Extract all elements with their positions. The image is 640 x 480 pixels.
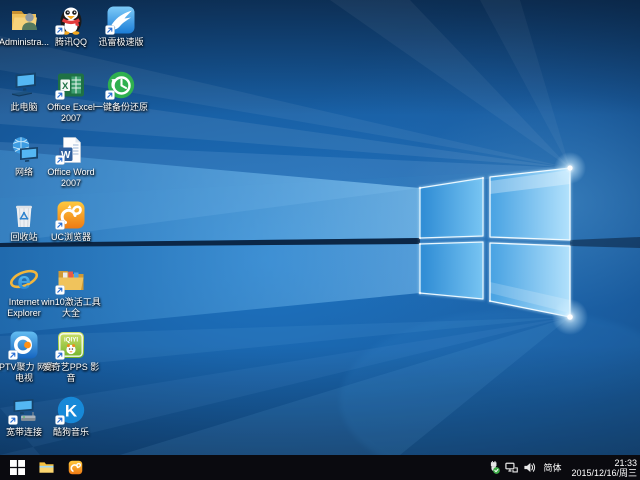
xunlei-bird-icon xyxy=(105,4,137,36)
svg-text:K: K xyxy=(65,402,78,421)
iqiyi-icon: iQIYI xyxy=(55,329,87,361)
windows-logo-icon xyxy=(10,460,25,475)
shortcut-arrow-icon xyxy=(105,90,115,100)
safely-remove-hardware-icon[interactable] xyxy=(485,455,501,480)
uc-squirrel-icon xyxy=(55,199,87,231)
word-icon: W xyxy=(55,134,87,166)
system-tray: 简体 21:33 2015/12/16/周三 xyxy=(485,455,640,480)
desktop-icon-label: 一键备份还原 xyxy=(89,102,153,113)
backup-restore-clock-icon xyxy=(105,69,137,101)
pptv-icon xyxy=(8,329,40,361)
desktop-icon-iqiyi-pps[interactable]: iQIYI 爱奇艺PPS 影音 xyxy=(39,329,103,383)
desktop-icon-win10-activation-tools[interactable]: win10激活工具大全 xyxy=(39,264,103,318)
clock-time: 21:33 xyxy=(571,458,637,468)
svg-text:e: e xyxy=(17,268,30,295)
file-explorer-button[interactable] xyxy=(32,455,61,480)
desktop-icon-label: UC浏览器 xyxy=(39,232,103,243)
folder-icon xyxy=(39,460,54,475)
shortcut-arrow-icon xyxy=(105,25,115,35)
start-button[interactable] xyxy=(3,455,32,480)
shortcut-arrow-icon xyxy=(55,350,65,360)
desktop-icon-label: 爱奇艺PPS 影音 xyxy=(39,362,103,383)
kugou-icon: K xyxy=(55,394,87,426)
broadband-modem-icon xyxy=(8,394,40,426)
shortcut-arrow-icon xyxy=(55,90,65,100)
internet-explorer-icon: e xyxy=(8,264,40,296)
network-globe-icon xyxy=(8,134,40,166)
qq-penguin-icon xyxy=(55,4,87,36)
taskbar[interactable]: 简体 21:33 2015/12/16/周三 xyxy=(0,455,640,480)
shortcut-arrow-icon xyxy=(8,350,18,360)
uc-squirrel-icon xyxy=(68,460,83,475)
shortcut-arrow-icon xyxy=(55,155,65,165)
user-folder-icon xyxy=(8,4,40,36)
shortcut-arrow-icon xyxy=(55,285,65,295)
desktop-icon-kugou-music[interactable]: K 酷狗音乐 xyxy=(39,394,103,438)
ime-indicator[interactable]: 简体 xyxy=(539,461,565,474)
shortcut-arrow-icon xyxy=(55,25,65,35)
computer-icon xyxy=(8,69,40,101)
desktop-icon-label: win10激活工具大全 xyxy=(39,297,103,318)
desktop-icon-office-word-2007[interactable]: W Office Word 2007 xyxy=(39,134,103,188)
clock-date: 2015/12/16/周三 xyxy=(571,468,637,478)
desktop-icon-label: 迅雷极速版 xyxy=(89,37,153,48)
excel-icon: X xyxy=(55,69,87,101)
desktop-icon-xunlei-speed[interactable]: 迅雷极速版 xyxy=(89,4,153,48)
volume-icon[interactable] xyxy=(521,455,537,480)
shortcut-arrow-icon xyxy=(8,415,18,425)
svg-text:iQIYI: iQIYI xyxy=(64,337,78,344)
desktop-icon-label: Office Word 2007 xyxy=(39,167,103,188)
desktop-icon-uc-browser[interactable]: UC浏览器 xyxy=(39,199,103,243)
network-tray-icon[interactable] xyxy=(503,455,519,480)
shortcut-arrow-icon xyxy=(55,415,65,425)
tools-folder-icon xyxy=(55,264,87,296)
uc-browser-taskbar-button[interactable] xyxy=(61,455,90,480)
desktop-icon-label: 酷狗音乐 xyxy=(39,427,103,438)
desktop-icon-backup-restore[interactable]: 一键备份还原 xyxy=(89,69,153,113)
recycle-bin-icon xyxy=(8,199,40,231)
taskbar-clock[interactable]: 21:33 2015/12/16/周三 xyxy=(567,458,637,478)
shortcut-arrow-icon xyxy=(55,220,65,230)
